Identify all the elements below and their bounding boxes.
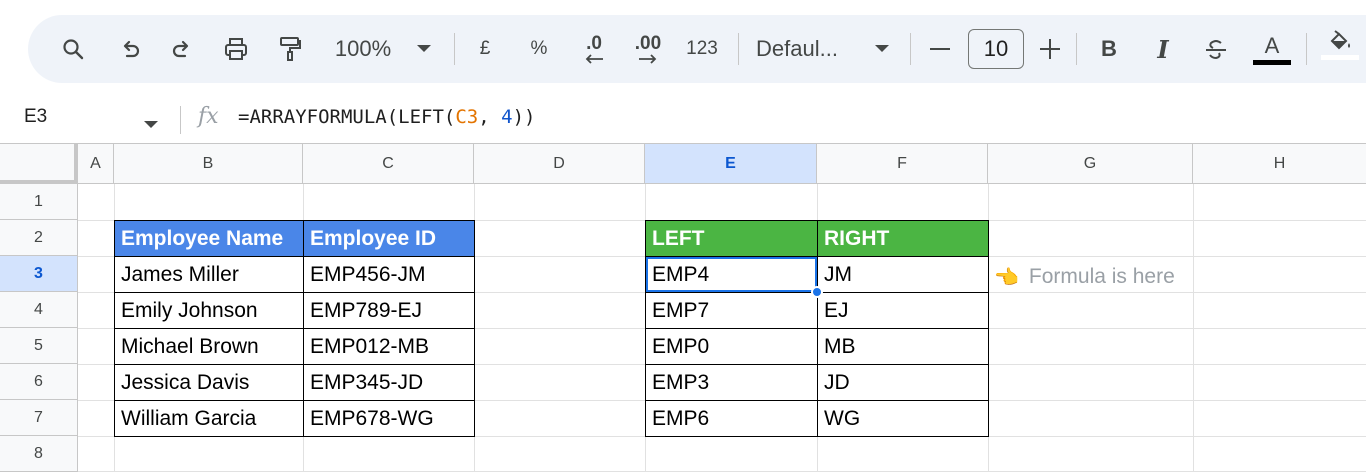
formula-ref: C3 (455, 106, 479, 128)
percent-button[interactable]: % (526, 15, 552, 83)
cell-b7[interactable]: William Garcia (114, 400, 304, 437)
arrow-right-icon (639, 54, 657, 64)
sheet-grid: A B C D E F G H 1 2 3 4 5 6 7 8 Employee… (0, 144, 1366, 472)
cell-e7[interactable]: EMP6 (645, 400, 818, 437)
fx-icon: fx (198, 104, 219, 129)
bold-glyph: B (1101, 36, 1117, 61)
row-header-1[interactable]: 1 (0, 184, 78, 220)
note-text: Formula is here (1028, 265, 1175, 288)
chevron-down-icon[interactable] (870, 15, 894, 83)
font-family-select[interactable]: Defaul... (756, 15, 860, 83)
cell-c2-header[interactable]: Employee ID (303, 220, 475, 257)
text-color-glyph: A (1264, 32, 1280, 58)
pointing-hand-icon: 👈 (994, 266, 1019, 289)
formula-input[interactable]: =ARRAYFORMULA(LEFT(C3, 4)) (238, 106, 535, 128)
chevron-down-icon[interactable] (412, 15, 436, 83)
cell-f6[interactable]: JD (817, 364, 989, 401)
row-header-3[interactable]: 3 (0, 256, 78, 292)
increase-decimals-label: .00 (634, 33, 662, 54)
cell-e6[interactable]: EMP3 (645, 364, 818, 401)
cell-c4[interactable]: EMP789-EJ (303, 292, 475, 329)
italic-icon[interactable]: I (1150, 15, 1176, 83)
strikethrough-icon[interactable] (1202, 15, 1230, 83)
decrease-decimals-button[interactable]: .0 (576, 15, 612, 83)
decrease-decimals-label: .0 (586, 33, 602, 54)
cell-f7[interactable]: WG (817, 400, 989, 437)
cell-b3[interactable]: James Miller (114, 256, 304, 293)
toolbar-area: 100% £ % .0 .00 123 Defaul... 10 B I A (0, 0, 1366, 98)
toolbar-divider (1306, 33, 1307, 65)
cell-e2-header[interactable]: LEFT (645, 220, 818, 257)
cell-b5[interactable]: Michael Brown (114, 328, 304, 365)
text-color-swatch (1253, 59, 1291, 65)
cell-e4[interactable]: EMP7 (645, 292, 818, 329)
toolbar-divider (1076, 33, 1077, 65)
cell-c3[interactable]: EMP456-JM (303, 256, 475, 293)
formula-prefix: =ARRAYFORMULA(LEFT( (238, 106, 456, 128)
text-color-icon[interactable]: A (1252, 15, 1292, 83)
cell-e3[interactable]: EMP4 (645, 256, 818, 293)
chevron-down-icon[interactable] (144, 116, 158, 134)
fill-handle[interactable] (811, 286, 823, 298)
print-icon[interactable] (219, 15, 253, 83)
paint-format-icon[interactable] (274, 15, 306, 83)
italic-glyph: I (1157, 34, 1169, 64)
formula-num: 4 (501, 106, 513, 128)
cell-f3[interactable]: JM (817, 256, 989, 293)
cell-e5[interactable]: EMP0 (645, 328, 818, 365)
cell-c6[interactable]: EMP345-JD (303, 364, 475, 401)
fill-color-icon[interactable] (1320, 10, 1360, 78)
fill-color-swatch (1321, 54, 1359, 60)
minus-icon[interactable] (926, 15, 954, 83)
column-header-e[interactable]: E (645, 144, 817, 184)
cell-f2-header[interactable]: RIGHT (817, 220, 989, 257)
cell-f4[interactable]: EJ (817, 292, 989, 329)
toolbar-divider (454, 33, 455, 65)
redo-icon[interactable] (166, 15, 198, 83)
cell-b6[interactable]: Jessica Davis (114, 364, 304, 401)
zoom-select[interactable]: 100% (326, 15, 400, 83)
name-box[interactable]: E3 (24, 106, 47, 128)
bold-icon[interactable]: B (1096, 15, 1122, 83)
cell-c5[interactable]: EMP012-MB (303, 328, 475, 365)
row-header-2[interactable]: 2 (0, 220, 78, 256)
search-icon[interactable] (56, 15, 90, 83)
column-header-c[interactable]: C (303, 144, 474, 184)
cell-g3-note[interactable]: 👈 Formula is here (994, 260, 1175, 294)
cell-b2-header[interactable]: Employee Name (114, 220, 304, 257)
number-format-button[interactable]: 123 (682, 15, 722, 83)
plus-icon[interactable] (1036, 15, 1064, 83)
formula-mid: , (478, 106, 502, 128)
formula-suffix: )) (512, 106, 536, 128)
row-header-4[interactable]: 4 (0, 292, 78, 328)
cell-f5[interactable]: MB (817, 328, 989, 365)
cell-b4[interactable]: Emily Johnson (114, 292, 304, 329)
undo-icon[interactable] (114, 15, 146, 83)
formula-divider (180, 106, 181, 134)
increase-decimals-button[interactable]: .00 (628, 15, 668, 83)
column-header-a[interactable]: A (78, 144, 114, 184)
row-header-6[interactable]: 6 (0, 364, 78, 400)
toolbar-divider (910, 33, 911, 65)
toolbar-divider (738, 33, 739, 65)
arrow-left-icon (585, 54, 603, 64)
row-header-7[interactable]: 7 (0, 400, 78, 436)
row-header-8[interactable]: 8 (0, 436, 78, 472)
column-header-g[interactable]: G (988, 144, 1193, 184)
column-header-d[interactable]: D (474, 144, 645, 184)
column-header-b[interactable]: B (114, 144, 303, 184)
cell-c7[interactable]: EMP678-WG (303, 400, 475, 437)
column-header-h[interactable]: H (1193, 144, 1366, 184)
row-header-5[interactable]: 5 (0, 328, 78, 364)
currency-button[interactable]: £ (472, 15, 498, 83)
font-size-input[interactable]: 10 (968, 29, 1024, 69)
formula-bar: E3 fx =ARRAYFORMULA(LEFT(C3, 4)) (0, 98, 1366, 144)
column-header-f[interactable]: F (817, 144, 988, 184)
select-all-corner[interactable] (0, 144, 78, 184)
